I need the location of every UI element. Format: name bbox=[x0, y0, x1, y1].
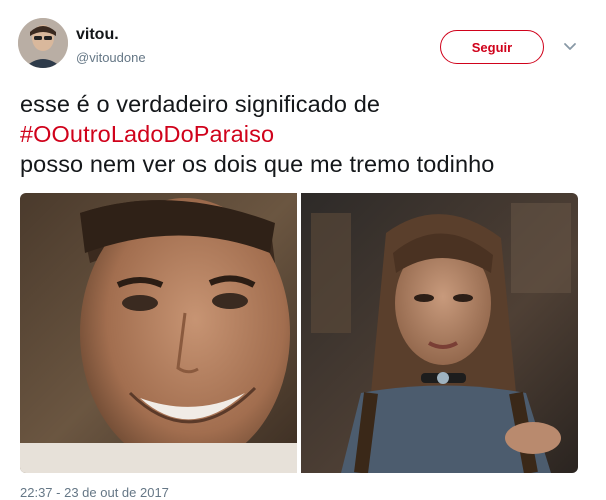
tweet-text-line: esse é o verdadeiro significado de bbox=[20, 91, 381, 117]
avatar[interactable] bbox=[18, 18, 68, 68]
avatar-image bbox=[18, 18, 68, 68]
tweet-card: vitou. @vitoudone Seguir esse é o verdad… bbox=[0, 0, 606, 500]
tweet-text-line: posso nem ver os dois que me tremo todin… bbox=[20, 151, 495, 177]
user-handle[interactable]: @vitoudone bbox=[76, 50, 146, 65]
photo-man-image bbox=[20, 193, 297, 473]
hashtag-link[interactable]: #OOutroLadoDoParaiso bbox=[20, 119, 595, 149]
photo-man[interactable] bbox=[20, 193, 297, 473]
chevron-down-icon[interactable] bbox=[562, 38, 578, 54]
media-grid bbox=[20, 193, 578, 473]
display-name[interactable]: vitou. bbox=[76, 26, 119, 44]
follow-button[interactable]: Seguir bbox=[440, 30, 544, 64]
photo-woman[interactable] bbox=[301, 193, 578, 473]
tweet-text: esse é o verdadeiro significado de #OOut… bbox=[20, 89, 595, 179]
tweet-timestamp[interactable]: 22:37 - 23 de out de 2017 bbox=[20, 485, 169, 500]
photo-woman-image bbox=[301, 193, 578, 473]
